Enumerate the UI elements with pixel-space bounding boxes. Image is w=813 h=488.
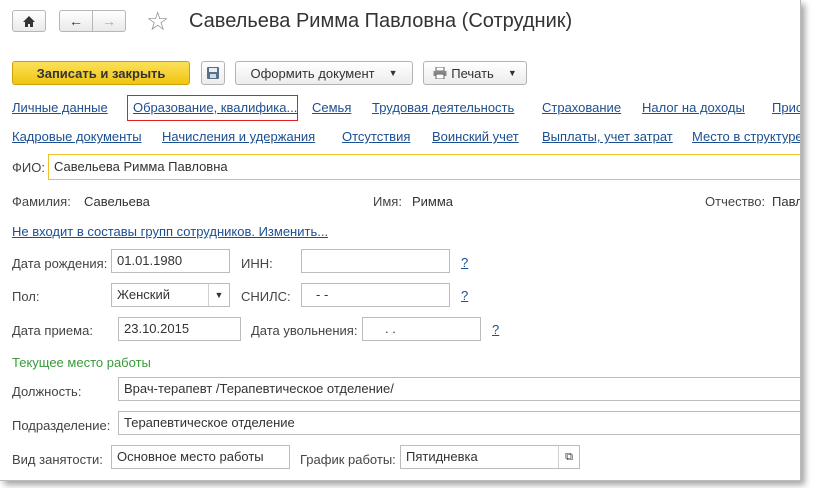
schedule-input[interactable]: Пятидневка ⧉ [400, 445, 580, 469]
inn-input[interactable] [301, 249, 450, 273]
back-button[interactable]: ← [59, 10, 93, 32]
link-personal-data[interactable]: Личные данные [12, 100, 108, 115]
employee-form-window: ← → ☆ Савельева Римма Павловна (Сотрудни… [0, 0, 801, 481]
snils-help-link[interactable]: ? [461, 288, 468, 303]
position-label: Должность: [12, 384, 82, 399]
inn-label: ИНН: [241, 256, 273, 271]
dismissal-date-label: Дата увольнения: [251, 323, 358, 338]
link-accruals[interactable]: Начисления и удержания [162, 129, 315, 144]
open-icon[interactable]: ⧉ [558, 446, 579, 468]
snils-input[interactable]: - - [301, 283, 450, 307]
save-close-button[interactable]: Записать и закрыть [12, 61, 190, 85]
forward-button[interactable]: → [92, 10, 126, 32]
print-label: Печать [451, 65, 494, 81]
current-work-header: Текущее место работы [12, 355, 151, 370]
make-document-button[interactable]: Оформить документ ▼ [235, 61, 413, 85]
middle-name-value: Павл [772, 194, 801, 209]
position-input[interactable]: Врач-терапевт /Терапевтическое отделение… [118, 377, 800, 401]
inn-help-link[interactable]: ? [461, 255, 468, 270]
hire-date-input[interactable]: 23.10.2015 [118, 317, 241, 341]
chevron-down-icon[interactable]: ▼ [208, 284, 229, 306]
first-name-value: Римма [412, 194, 454, 209]
floppy-disk-icon [207, 67, 219, 79]
fio-label: ФИО: [12, 160, 45, 175]
link-education[interactable]: Образование, квалифика... [133, 100, 297, 115]
page-title: Савельева Римма Павловна (Сотрудник) [189, 10, 573, 32]
fio-input[interactable]: Савельева Римма Павловна [48, 154, 800, 180]
link-payments[interactable]: Выплаты, учет затрат [542, 129, 673, 144]
hire-date-label: Дата приема: [12, 323, 93, 338]
save-button[interactable] [201, 61, 225, 85]
arrow-right-icon: → [102, 13, 116, 29]
link-structure-place[interactable]: Место в структуре [692, 129, 800, 144]
gender-label: Пол: [12, 289, 40, 304]
printer-icon [433, 67, 447, 79]
first-name-label: Имя: [373, 194, 402, 209]
department-label: Подразделение: [12, 418, 111, 433]
chevron-down-icon: ▼ [507, 68, 517, 78]
department-input[interactable]: Терапевтическое отделение [118, 411, 800, 435]
snils-label: СНИЛС: [241, 289, 291, 304]
chevron-down-icon: ▼ [388, 68, 398, 78]
arrow-left-icon: ← [69, 13, 83, 29]
home-icon [23, 15, 35, 27]
last-name-label: Фамилия: [12, 194, 71, 209]
star-icon[interactable]: ☆ [146, 6, 169, 37]
groups-link[interactable]: Не входит в составы групп сотрудников. И… [12, 224, 328, 239]
home-button[interactable] [12, 10, 46, 32]
birth-date-label: Дата рождения: [12, 256, 108, 271]
dismissal-help-link[interactable]: ? [492, 322, 499, 337]
save-close-label: Записать и закрыть [36, 65, 166, 81]
gender-select[interactable]: Женский ▼ [111, 283, 230, 307]
link-absences[interactable]: Отсутствия [342, 129, 410, 144]
print-button[interactable]: Печать ▼ [423, 61, 527, 85]
gender-value: Женский [117, 287, 170, 302]
link-more[interactable]: Прис [772, 100, 800, 115]
make-document-label: Оформить документ [250, 65, 375, 81]
link-hr-documents[interactable]: Кадровые документы [12, 129, 142, 144]
employment-type-input[interactable]: Основное место работы [111, 445, 290, 469]
middle-name-label: Отчество: [705, 194, 766, 209]
dismissal-date-input[interactable]: . . [362, 317, 481, 341]
link-family[interactable]: Семья [312, 100, 351, 115]
birth-date-input[interactable]: 01.01.1980 [111, 249, 230, 273]
last-name-value: Савельева [84, 194, 150, 209]
link-work-history[interactable]: Трудовая деятельность [372, 100, 514, 115]
schedule-label: График работы: [300, 452, 396, 467]
link-insurance[interactable]: Страхование [542, 100, 621, 115]
employment-type-label: Вид занятости: [12, 452, 103, 467]
link-military[interactable]: Воинский учет [432, 129, 519, 144]
schedule-value: Пятидневка [406, 449, 478, 464]
link-income-tax[interactable]: Налог на доходы [642, 100, 745, 115]
